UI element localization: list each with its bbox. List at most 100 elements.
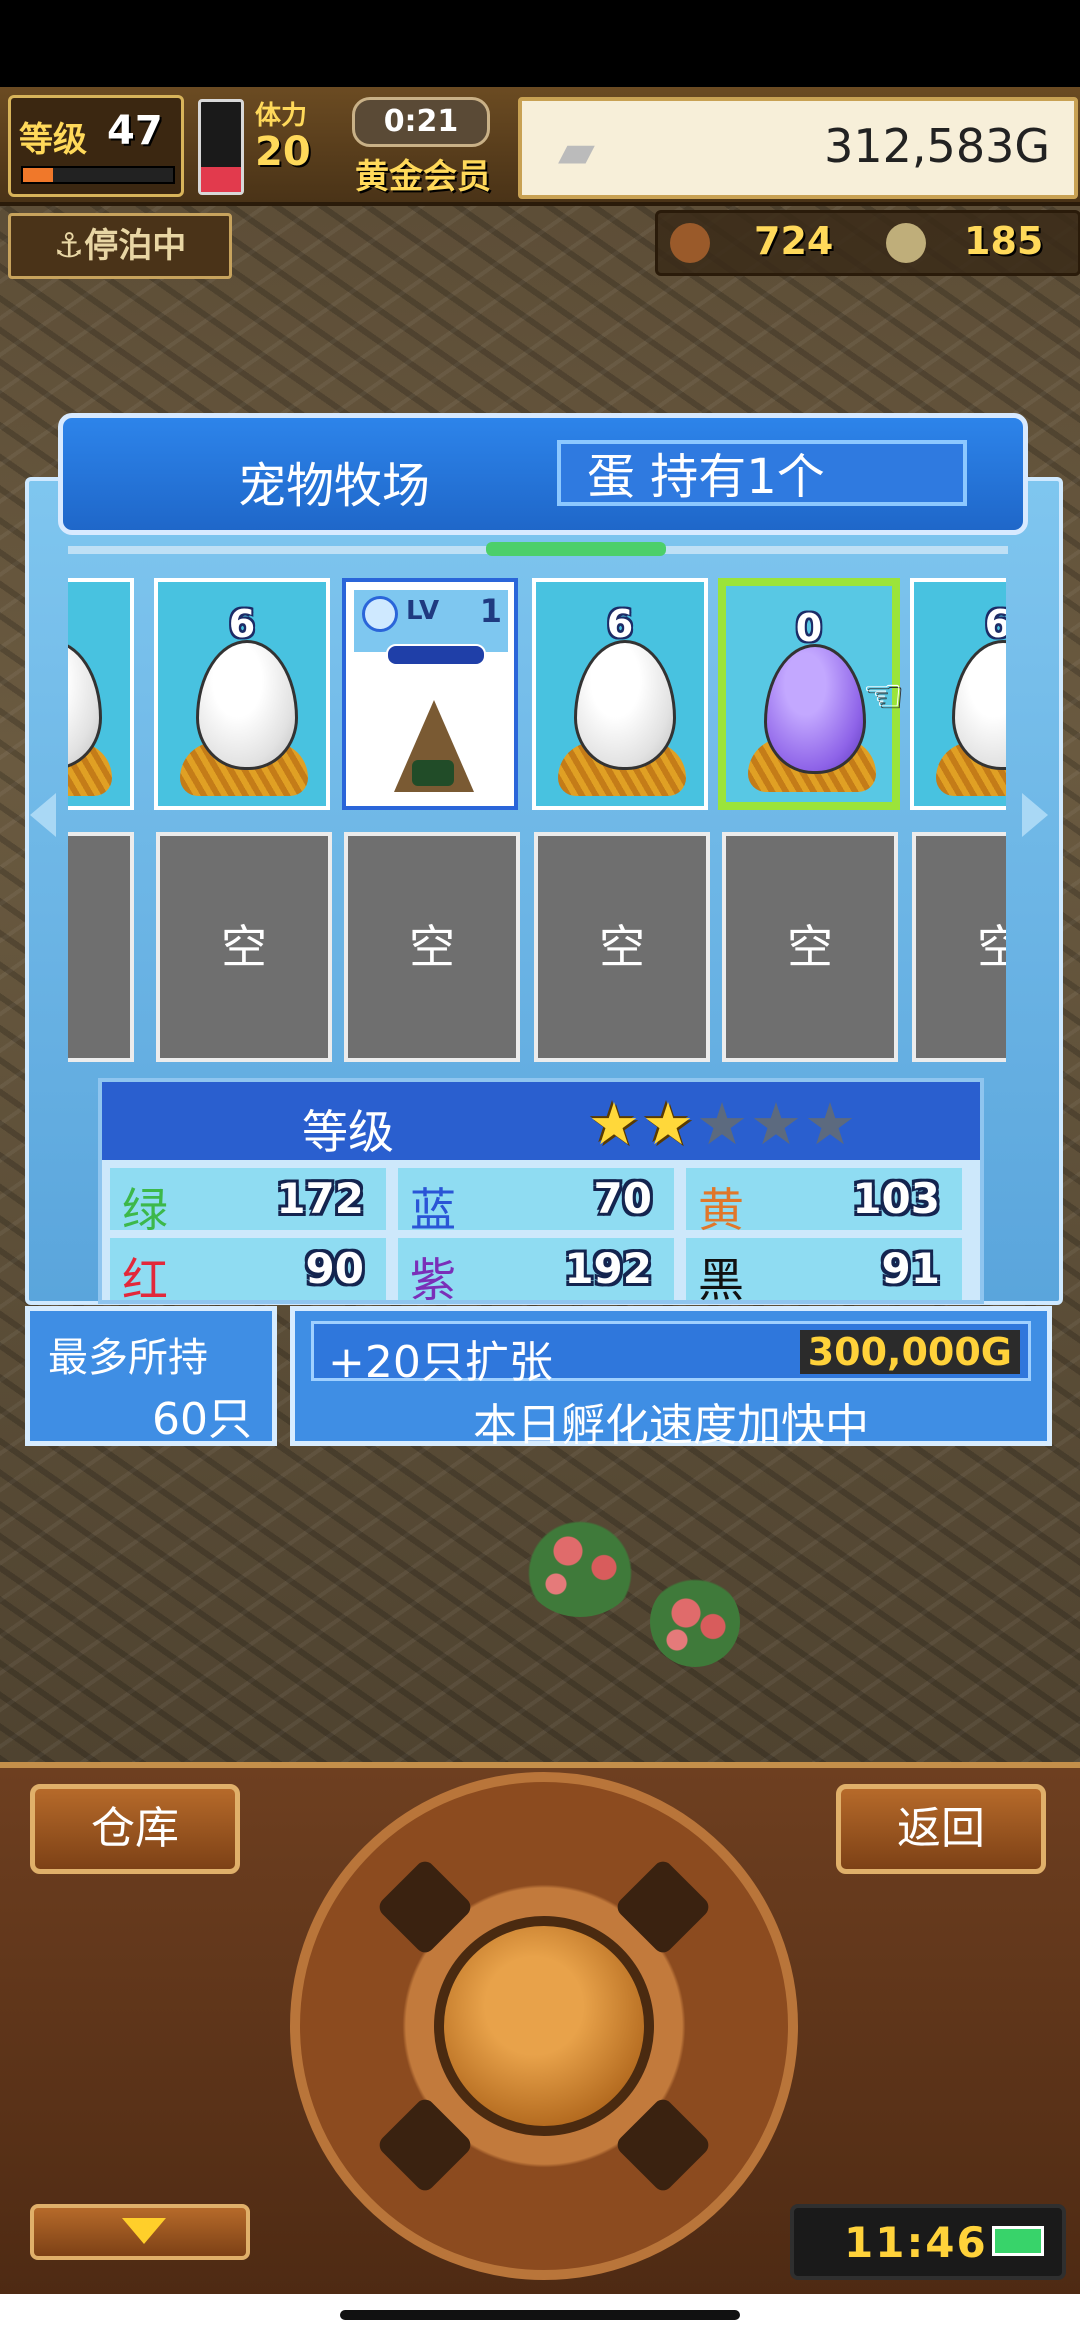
ranch-header: 宠物牧场 蛋 持有1个 (58, 413, 1028, 535)
pointing-hand-icon: ☜ (862, 668, 904, 722)
stat-cell-green: 绿 172 (110, 1168, 386, 1237)
max-capacity-label: 最多所持 (48, 1335, 208, 1381)
anchor-status-button[interactable]: ⚓停泊中 (8, 213, 232, 279)
silver-ingot-icon: ▰ (558, 123, 595, 179)
meat-icon (670, 223, 710, 263)
stats-title: 等级 (302, 1105, 394, 1159)
stat-name: 绿 (122, 1183, 168, 1237)
coin-icon (886, 223, 926, 263)
empty-slot[interactable]: 空 (722, 832, 898, 1062)
egg-slot[interactable] (68, 578, 134, 810)
stamina-value: 20 (255, 129, 311, 175)
max-capacity-value: 60只 (152, 1394, 252, 1445)
stat-value: 103 (852, 1174, 940, 1223)
stat-cell-yellow: 黄 103 (686, 1168, 962, 1237)
flower-plant (650, 1577, 740, 1667)
pet-level-value: 1 (479, 592, 502, 630)
stats-header: 等级 ★★★★★ (102, 1082, 980, 1160)
pet-slot[interactable]: LV 1 (342, 578, 518, 810)
stat-cell-purple: 紫 192 (398, 1238, 674, 1300)
pet-hp-bar (386, 644, 486, 666)
empty-slot[interactable]: 空 (344, 832, 520, 1062)
star-empty-icon: ★ (696, 1090, 750, 1158)
membership-badge: 黄金会员 (355, 157, 491, 197)
gold-amount: 312,583G (824, 119, 1050, 173)
xp-fill (23, 168, 53, 182)
stat-value: 192 (564, 1244, 652, 1293)
page-title: 宠物牧场 (238, 458, 431, 514)
pet-face (412, 760, 454, 786)
stamina-fill (201, 166, 241, 192)
empty-slot[interactable]: 空 (68, 832, 134, 1062)
gold-display: ▰ 312,583G (518, 97, 1078, 199)
pet-lv-label: LV (406, 596, 440, 626)
stat-cell-blue: 蓝 70 (398, 1168, 674, 1237)
action-button[interactable] (434, 1916, 654, 2136)
pet-level-header: LV 1 (354, 590, 508, 652)
home-indicator[interactable] (340, 2310, 740, 2320)
star-filled-icon: ★ (642, 1090, 696, 1158)
resource-row: 724 185 (655, 210, 1080, 276)
hatch-speed-note: 本日孵化速度加快中 (473, 1400, 869, 1451)
scroll-left-arrow-icon[interactable] (30, 793, 56, 837)
slot-scrollbar[interactable] (68, 542, 1008, 556)
stat-name: 黄 (698, 1183, 744, 1237)
status-clock: 11:46 (790, 2204, 1066, 2280)
back-button[interactable]: 返回 (836, 1784, 1046, 1874)
egg-icon (574, 640, 676, 770)
clock-time: 11:46 (844, 2218, 988, 2267)
purple-egg-icon (764, 644, 866, 774)
stat-name: 红 (122, 1253, 168, 1304)
empty-slot[interactable]: 空 (912, 832, 1006, 1062)
rank-stars: ★★★★★ (588, 1090, 858, 1158)
collapse-button[interactable] (30, 2204, 250, 2260)
pet-slots: 6 LV 1 6 0 6 空 空 空 空 空 空 (68, 570, 1006, 1070)
stamina-label: 体力 (255, 101, 308, 131)
star-empty-icon: ★ (750, 1090, 804, 1158)
egg-slot[interactable]: 6 (910, 578, 1006, 810)
empty-slot[interactable]: 空 (534, 832, 710, 1062)
egg-icon (196, 640, 298, 770)
top-hud: 等级 47 体力 20 0:21 黄金会员 ▰ 312,583G (0, 87, 1080, 206)
star-filled-icon: ★ (588, 1090, 642, 1158)
directional-pad[interactable] (290, 1772, 798, 2280)
anchor-icon: ⚓ (53, 226, 85, 266)
stat-name: 蓝 (410, 1183, 456, 1237)
chevron-down-icon (122, 2218, 166, 2244)
scroll-right-arrow-icon[interactable] (1022, 793, 1048, 837)
empty-slot[interactable]: 空 (156, 832, 332, 1062)
flower-plant (520, 1507, 640, 1617)
xp-bar (21, 166, 175, 184)
max-capacity-box: 最多所持 60只 (25, 1306, 277, 1446)
dpad-down-left[interactable] (375, 2095, 475, 2195)
stamina-bar (198, 99, 244, 195)
expand-label: +20只扩张 (328, 1337, 553, 1388)
scrollbar-thumb[interactable] (486, 542, 666, 556)
expand-button[interactable]: +20只扩张 300,000G (311, 1321, 1031, 1388)
stat-value: 70 (593, 1174, 652, 1223)
stamina-timer: 0:21 (352, 97, 490, 147)
coin-count: 185 (964, 219, 1044, 263)
dpad-up-left[interactable] (375, 1857, 475, 1957)
anchor-status-label: 停泊中 (84, 226, 187, 266)
player-level-box: 等级 47 (8, 95, 184, 197)
battery-icon (992, 2226, 1044, 2256)
warehouse-button[interactable]: 仓库 (30, 1784, 240, 1874)
star-empty-icon: ★ (804, 1090, 858, 1158)
dpad-up-right[interactable] (613, 1857, 713, 1957)
egg-slot[interactable]: 6 (532, 578, 708, 810)
stat-value: 90 (305, 1244, 364, 1293)
stat-cell-black: 黑 91 (686, 1238, 962, 1300)
egg-count: 蛋 持有1个 (557, 440, 967, 506)
dpad-down-right[interactable] (613, 2095, 713, 2195)
level-label: 等级 (19, 120, 87, 160)
element-badge-icon (362, 596, 398, 632)
expand-price: 300,000G (799, 1330, 1020, 1374)
stat-value: 91 (881, 1244, 940, 1293)
stat-value: 172 (276, 1174, 364, 1223)
stat-name: 紫 (410, 1253, 456, 1304)
egg-slot[interactable]: 6 (154, 578, 330, 810)
expand-box: +20只扩张 300,000G 本日孵化速度加快中 (290, 1306, 1052, 1451)
egg-hatch-count: 6 (984, 602, 1006, 646)
food-count: 724 (754, 219, 834, 263)
